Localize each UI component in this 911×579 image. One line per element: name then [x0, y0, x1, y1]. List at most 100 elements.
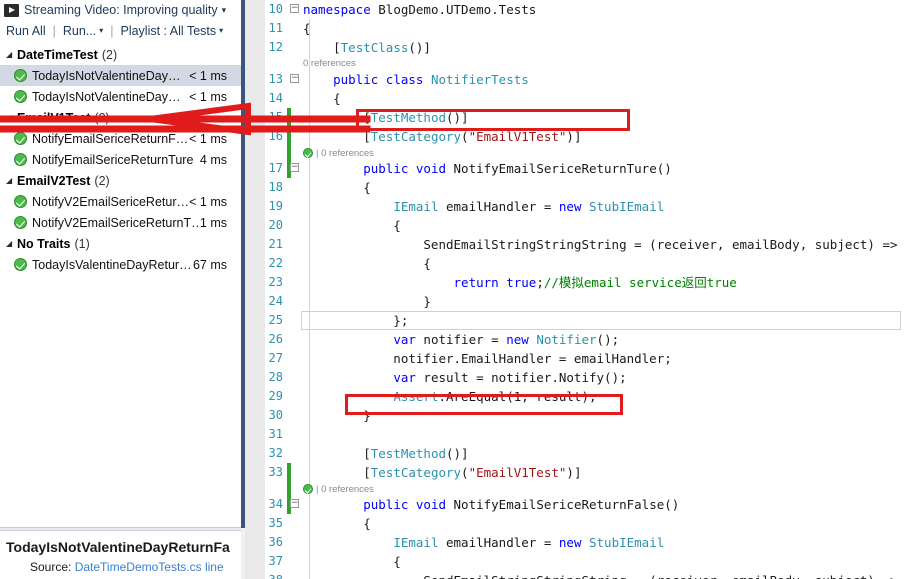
test-explorer-title: Streaming Video: Improving quality	[24, 3, 218, 17]
line-number: 32	[268, 446, 283, 460]
code-text: }	[303, 406, 371, 425]
code-line: 14 {	[257, 89, 911, 108]
code-line: 17− public void NotifyEmailSericeReturnT…	[257, 159, 911, 178]
codelens-reference-row[interactable]: 0 references	[257, 57, 911, 70]
source-file-link[interactable]: DateTimeDemoTests.cs line	[75, 560, 224, 574]
test-list-item[interactable]: TodayIsValentineDayRetur… 67 ms	[0, 254, 241, 275]
code-line: 37 {	[257, 552, 911, 571]
code-text: public void NotifyEmailSericeReturnTure(…	[303, 159, 672, 178]
unsaved-change-bar	[287, 127, 291, 146]
code-token: NotifierTests	[430, 72, 529, 87]
code-token: StubIEmail	[589, 535, 665, 550]
collapse-outline-icon[interactable]: −	[289, 70, 301, 89]
source-label: Source:	[30, 560, 72, 574]
line-number: 15	[268, 110, 283, 124]
test-detail-title: TodayIsNotValentineDayReturnFa	[6, 539, 230, 555]
test-name: TodayIsNotValentineDay…	[32, 68, 181, 83]
code-token: )]	[566, 465, 582, 480]
code-text: SendEmailStringStringString = (receiver,…	[303, 235, 898, 254]
code-token: BlogDemo.UTDemo.Tests	[378, 2, 537, 17]
codelens-reference-count[interactable]: 0 references	[321, 148, 374, 159]
code-text: public class NotifierTests	[303, 70, 529, 89]
unsaved-change-bar	[287, 482, 291, 495]
test-list-item[interactable]: NotifyV2EmailSericeRetur… < 1 ms	[0, 191, 241, 212]
code-text: [TestCategory("EmailV1Test")]	[303, 127, 581, 146]
unsaved-change-bar	[287, 108, 291, 127]
code-token: ()]	[408, 40, 431, 55]
codelens-reference-count[interactable]: 0 references	[321, 484, 374, 495]
code-token: IEmail	[393, 535, 439, 550]
codelens-reference-row[interactable]: | 0 references	[257, 146, 911, 159]
test-passed-icon	[14, 195, 27, 208]
test-passed-icon	[14, 69, 27, 82]
code-token: public void	[363, 161, 454, 176]
test-group-emailv1test[interactable]: ◢ EmailV1Test (2)	[0, 107, 241, 128]
code-token: IEmail	[393, 199, 439, 214]
code-text: Assert.AreEqual(1, result);	[303, 387, 596, 406]
code-token: new	[558, 199, 589, 214]
minus-icon: −	[290, 3, 299, 13]
code-token: true	[506, 275, 537, 290]
code-token: //模拟email service返回true	[543, 275, 737, 290]
test-explorer-splitter[interactable]	[0, 527, 241, 531]
code-editor[interactable]: 10− namespace BlogDemo.UTDemo.Tests 11{12 …	[257, 0, 911, 579]
code-token: ()]	[446, 446, 469, 461]
playlist-chevron-down-icon[interactable]: ▾	[219, 26, 223, 35]
run-all-button[interactable]: Run All	[6, 24, 46, 38]
test-name: TodayIsValentineDayRetur…	[32, 257, 192, 272]
code-token: {	[303, 554, 401, 569]
test-passed-icon	[14, 258, 27, 271]
pane-splitter[interactable]	[245, 0, 257, 579]
collapse-outline-icon[interactable]: −	[289, 495, 301, 514]
expand-triangle-icon[interactable]: ◢	[6, 113, 17, 122]
test-duration: < 1 ms	[189, 194, 227, 209]
code-token: return	[453, 275, 507, 290]
test-name: TodayIsNotValentineDay…	[32, 89, 181, 104]
code-line: 10− namespace BlogDemo.UTDemo.Tests	[257, 0, 911, 19]
codelens-reference-count[interactable]: 0 references	[303, 58, 356, 69]
playlist-button[interactable]: Playlist : All Tests	[120, 24, 216, 38]
collapse-outline-icon[interactable]: −	[289, 0, 301, 19]
code-text: public void NotifyEmailSericeReturnFalse…	[303, 495, 679, 514]
code-token: "EmailV1Test"	[468, 129, 567, 144]
code-token: {	[303, 218, 401, 233]
expand-triangle-icon[interactable]: ◢	[6, 176, 17, 185]
code-text: {	[303, 178, 371, 197]
code-token: SendEmailStringStringString = (receiver,…	[303, 237, 898, 252]
test-group-no-traits[interactable]: ◢ No Traits (1)	[0, 233, 241, 254]
code-line: 23 return true;//模拟email service返回true	[257, 273, 911, 292]
expand-triangle-icon[interactable]: ◢	[6, 50, 17, 59]
test-group-emailv2test[interactable]: ◢ EmailV2Test (2)	[0, 170, 241, 191]
test-list-item[interactable]: TodayIsNotValentineDay… < 1 ms	[0, 65, 241, 86]
line-number: 14	[268, 91, 283, 105]
code-token: ()]	[446, 110, 469, 125]
test-list-item[interactable]: NotifyEmailSericeReturnTure 4 ms	[0, 149, 241, 170]
run-button[interactable]: Run...	[63, 24, 96, 38]
code-token: TestClass	[340, 40, 409, 55]
test-detail-panel: TodayIsNotValentineDayReturnFa Source: D…	[0, 533, 241, 579]
code-token: emailHandler =	[438, 535, 559, 550]
test-passed-icon	[303, 148, 313, 158]
expand-triangle-icon[interactable]: ◢	[6, 239, 17, 248]
test-list-item[interactable]: NotifyEmailSericeReturnF… < 1 ms	[0, 128, 241, 149]
run-chevron-down-icon[interactable]: ▾	[99, 26, 103, 35]
code-line: 28 var result = notifier.Notify();	[257, 368, 911, 387]
test-explorer-titlebar: Streaming Video: Improving quality ▾	[0, 0, 245, 20]
test-passed-icon	[14, 132, 27, 145]
code-text: var notifier = new Notifier();	[303, 330, 619, 349]
chevron-down-icon[interactable]: ▾	[222, 5, 227, 15]
code-line: 12 [TestClass()]	[257, 38, 911, 57]
test-duration: < 1 ms	[189, 68, 227, 83]
code-token: var	[393, 332, 424, 347]
codelens-reference-row[interactable]: | 0 references	[257, 482, 911, 495]
test-group-datetimetest[interactable]: ◢ DateTimeTest (2)	[0, 44, 241, 65]
collapse-outline-icon[interactable]: −	[289, 159, 301, 178]
test-name: NotifyEmailSericeReturnTure	[32, 152, 194, 167]
code-text: var result = notifier.Notify();	[303, 368, 626, 387]
code-token: )]	[566, 129, 582, 144]
test-passed-icon	[14, 90, 27, 103]
test-duration: 4 ms	[199, 152, 227, 167]
test-list-item[interactable]: NotifyV2EmailSericeReturnT… 1 ms	[0, 212, 241, 233]
test-list-item[interactable]: TodayIsNotValentineDay… < 1 ms	[0, 86, 241, 107]
